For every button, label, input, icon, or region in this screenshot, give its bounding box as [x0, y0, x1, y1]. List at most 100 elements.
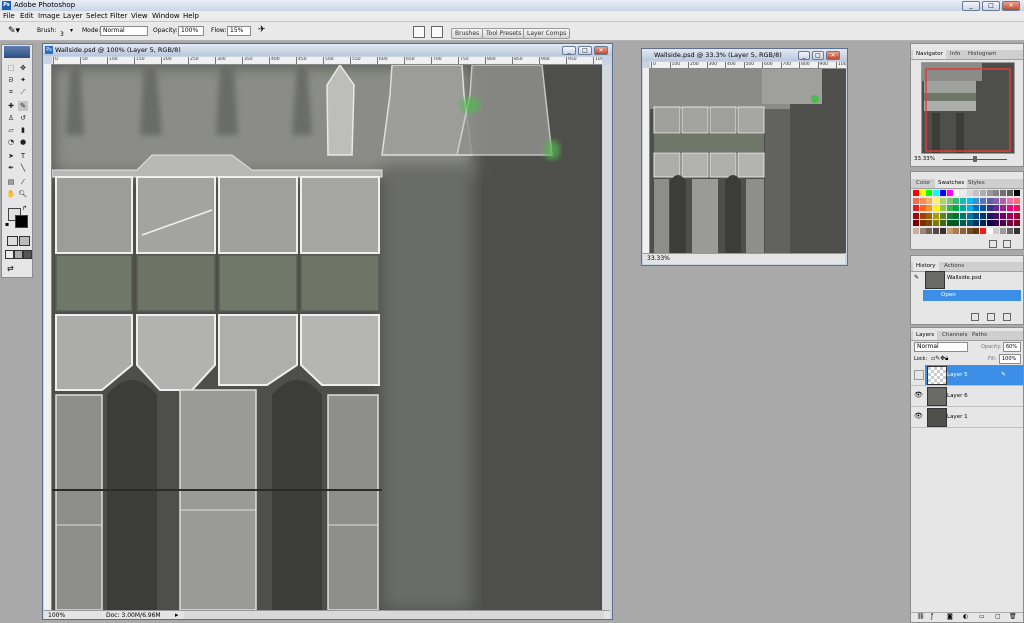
tab-paths[interactable]: Paths	[969, 331, 990, 340]
color-swatch[interactable]	[926, 227, 933, 234]
color-swatch[interactable]	[959, 205, 966, 211]
document-title-main[interactable]: Wallside.psd @ 100% (Layer 5, RGB/8)	[43, 44, 612, 56]
color-swatch[interactable]	[933, 190, 940, 196]
color-swatch[interactable]	[933, 212, 940, 219]
zoom-level[interactable]: 100%	[48, 611, 65, 620]
swap-colors-icon[interactable]: ↱	[22, 205, 27, 212]
document-small-close-button[interactable]: ✕	[826, 51, 840, 60]
pen-tool-icon[interactable]: ✒	[6, 163, 16, 173]
tab-layer-comps[interactable]: Layer Comps	[523, 28, 571, 39]
palette-well-icon[interactable]	[431, 26, 443, 38]
color-swatch[interactable]	[946, 190, 953, 196]
layer-row-layer-1[interactable]: 👁︎ Layer 1	[911, 407, 1023, 428]
layer-opacity-field[interactable]: 60%	[1003, 342, 1021, 352]
default-colors-icon[interactable]: ▪	[5, 221, 9, 228]
airbrush-icon[interactable]: ✈	[258, 25, 266, 35]
color-swatch[interactable]	[959, 197, 966, 204]
menu-file[interactable]: File	[3, 12, 15, 20]
snapshot-name[interactable]: Wallside.psd	[947, 275, 981, 281]
background-color-swatch[interactable]	[15, 215, 28, 228]
color-swatch[interactable]	[1006, 220, 1013, 226]
color-swatch[interactable]	[973, 212, 980, 219]
color-swatch[interactable]	[1006, 190, 1013, 196]
color-swatch[interactable]	[926, 205, 933, 211]
mode-select[interactable]: Normal	[100, 26, 148, 36]
tab-history[interactable]: History	[913, 262, 939, 271]
eyedropper-tool-icon[interactable]: ⁄	[18, 177, 28, 187]
gradient-tool-icon[interactable]: ▮	[18, 125, 28, 135]
blend-mode-select[interactable]: Normal	[914, 342, 968, 352]
document-maximize-button[interactable]: □	[578, 46, 592, 55]
color-swatch[interactable]	[919, 190, 926, 196]
dodge-tool-icon[interactable]: ●	[18, 137, 28, 147]
marquee-tool-icon[interactable]: ⬚	[6, 63, 16, 73]
screen-mode-full-menu-icon[interactable]	[14, 250, 23, 259]
color-swatch[interactable]	[913, 205, 919, 211]
layer-name[interactable]: Layer 5	[947, 372, 968, 378]
navigator-zoom[interactable]: 33.33%	[914, 156, 935, 162]
color-swatch[interactable]	[913, 190, 919, 196]
tab-navigator[interactable]: Navigator	[913, 50, 946, 59]
color-swatch[interactable]	[966, 220, 973, 226]
color-swatch[interactable]	[913, 197, 919, 204]
blur-tool-icon[interactable]: ◔	[6, 137, 16, 147]
document-small-minimize-button[interactable]: _	[798, 51, 810, 60]
color-swatch[interactable]	[1006, 212, 1013, 219]
color-swatch[interactable]	[973, 220, 980, 226]
menu-window[interactable]: Window	[152, 12, 180, 20]
menu-filter[interactable]: Filter	[110, 12, 127, 20]
color-swatch[interactable]	[919, 220, 926, 226]
color-swatch[interactable]	[953, 190, 960, 196]
close-button[interactable]: ✕	[1002, 1, 1020, 11]
color-swatch[interactable]	[986, 212, 993, 219]
color-swatch[interactable]	[959, 212, 966, 219]
color-swatch[interactable]	[933, 220, 940, 226]
healing-brush-tool-icon[interactable]: ✚	[6, 101, 16, 111]
color-swatch[interactable]	[959, 227, 966, 234]
document-close-button[interactable]: ✕	[594, 46, 608, 55]
screen-mode-standard-icon[interactable]	[5, 250, 14, 259]
navigator-zoom-slider-thumb[interactable]	[973, 156, 977, 162]
quick-mask-mode-icon[interactable]	[19, 236, 30, 246]
jump-to-imageready-icon[interactable]: ⇄	[7, 264, 14, 273]
tab-brushes[interactable]: Brushes	[451, 28, 484, 39]
lasso-tool-icon[interactable]: ᘐ	[6, 75, 16, 85]
color-swatch[interactable]	[959, 220, 966, 226]
eye-icon[interactable]: 👁︎	[914, 391, 923, 399]
tab-tool-presets[interactable]: Tool Presets	[482, 28, 526, 39]
color-swatch[interactable]	[1000, 227, 1007, 234]
color-swatch[interactable]	[919, 227, 926, 234]
layer-name[interactable]: Layer 1	[947, 414, 968, 420]
color-swatch[interactable]	[1013, 197, 1020, 204]
color-swatch[interactable]	[933, 227, 940, 234]
color-swatch[interactable]	[946, 197, 953, 204]
color-swatch[interactable]	[1013, 212, 1020, 219]
tab-layers[interactable]: Layers	[913, 331, 938, 340]
color-swatch[interactable]	[946, 220, 953, 226]
move-tool-icon[interactable]: ✥	[18, 63, 28, 73]
color-swatch[interactable]	[919, 212, 926, 219]
horizontal-scrollbar[interactable]	[184, 611, 604, 619]
file-browser-icon[interactable]	[413, 26, 425, 38]
color-swatch[interactable]	[919, 197, 926, 204]
color-swatch[interactable]	[1006, 205, 1013, 211]
color-swatch[interactable]	[993, 212, 1000, 219]
color-swatch[interactable]	[959, 190, 966, 196]
color-swatch[interactable]	[953, 197, 960, 204]
color-swatch[interactable]	[939, 220, 946, 226]
color-swatch[interactable]	[1013, 190, 1020, 196]
adjustment-layer-icon[interactable]: ◐	[963, 613, 968, 620]
tab-swatches[interactable]: Swatches	[935, 179, 968, 188]
new-group-icon[interactable]: ▭	[979, 613, 985, 620]
color-swatch[interactable]	[1000, 205, 1007, 211]
color-swatch[interactable]	[980, 190, 986, 196]
tab-histogram[interactable]: Histogram	[965, 50, 1000, 59]
vertical-scrollbar[interactable]	[603, 65, 610, 610]
color-swatch[interactable]	[1000, 212, 1007, 219]
delete-swatch-icon[interactable]	[1003, 240, 1011, 248]
color-swatch[interactable]	[946, 227, 953, 234]
color-swatch[interactable]	[980, 227, 986, 234]
type-tool-icon[interactable]: T	[18, 151, 28, 161]
magic-wand-tool-icon[interactable]: ✦	[18, 75, 28, 85]
fill-field[interactable]: 100%	[999, 354, 1021, 364]
